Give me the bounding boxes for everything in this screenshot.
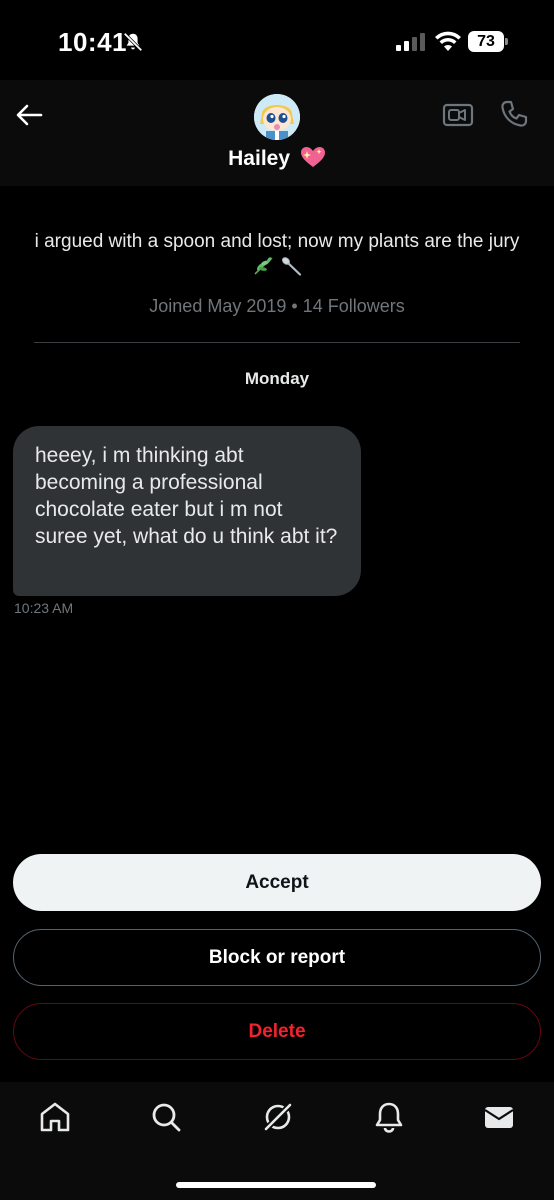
conversation-header: Hailey (0, 80, 554, 186)
bell-slash-icon (123, 32, 143, 52)
divider (34, 342, 520, 343)
avatar[interactable] (254, 94, 300, 140)
status-bar: 10:41 73 (0, 0, 554, 80)
accept-button[interactable]: Accept (13, 854, 541, 911)
video-call-icon[interactable] (442, 102, 474, 128)
search-icon[interactable] (149, 1100, 183, 1134)
battery-icon: 73 (468, 31, 508, 52)
bio-text: i argued with a spoon and lost; now my p… (34, 231, 520, 252)
day-separator: Monday (244, 369, 310, 388)
status-time: 10:41 (58, 27, 127, 57)
block-report-button[interactable]: Block or report (13, 929, 541, 986)
sparkling-heart-icon (300, 147, 325, 167)
delete-button[interactable]: Delete (13, 1003, 541, 1060)
phone-icon[interactable] (499, 99, 529, 129)
contact-name-row[interactable]: Hailey (0, 146, 554, 171)
joined-followers: Joined May 2019 • 14 Followers (149, 296, 405, 316)
message-bubble[interactable]: heeey, i m thinking abt becoming a profe… (13, 426, 361, 596)
messages-icon[interactable] (482, 1100, 516, 1134)
signal-icon (396, 33, 425, 51)
spoon-icon (281, 257, 301, 276)
home-icon[interactable] (38, 1100, 72, 1134)
contact-name: Hailey (228, 147, 291, 170)
battery-level: 73 (468, 31, 504, 52)
profile-bio: i argued with a spoon and lost; now my p… (30, 229, 524, 281)
home-indicator[interactable] (176, 1182, 376, 1188)
herb-icon (254, 257, 273, 275)
grok-icon[interactable] (261, 1100, 295, 1134)
wifi-icon (435, 31, 461, 51)
back-arrow-icon[interactable] (14, 100, 44, 130)
message-timestamp: 10:23 AM (14, 600, 74, 616)
notifications-icon[interactable] (372, 1100, 406, 1134)
